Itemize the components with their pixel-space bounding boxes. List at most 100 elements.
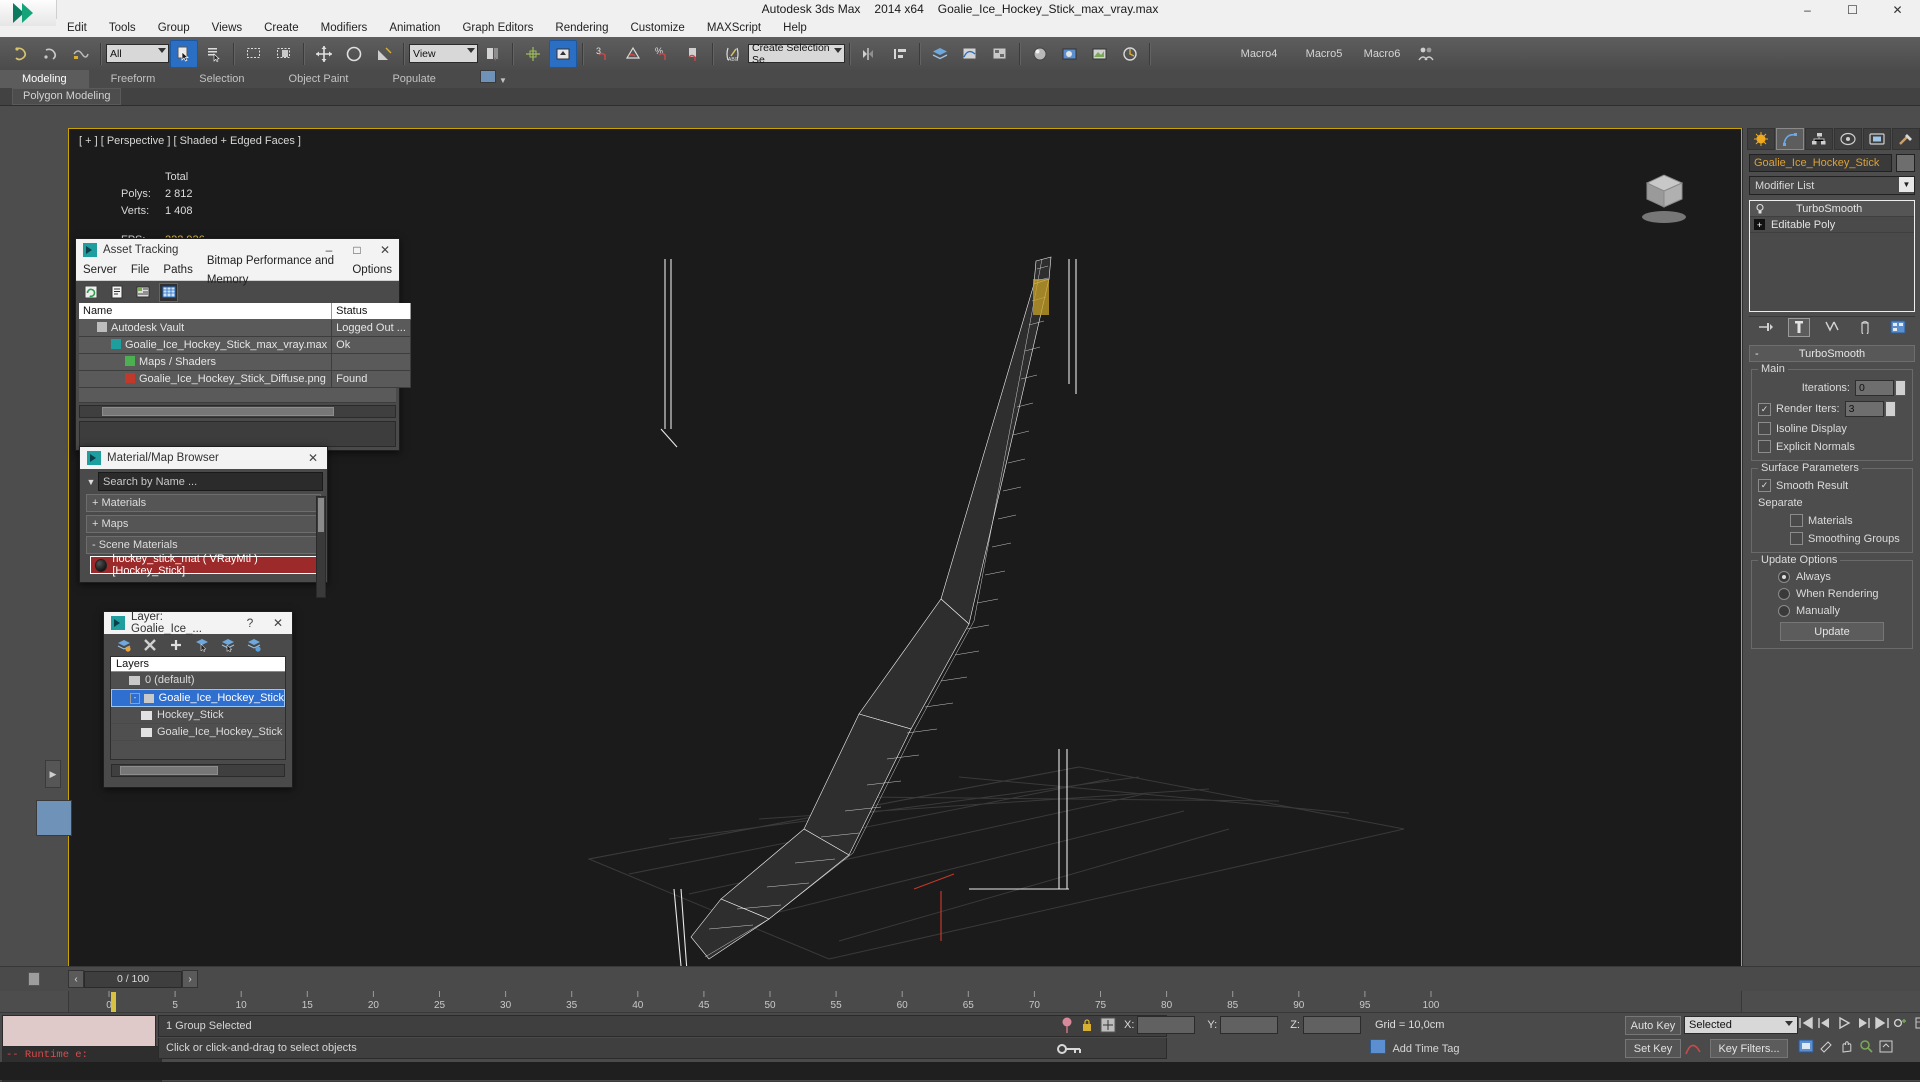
rendered-frame-window-icon[interactable]: [1086, 40, 1114, 68]
layer-dialog-hscrollbar[interactable]: [111, 764, 285, 777]
add-time-tag-label[interactable]: Add Time Tag: [1370, 1039, 1460, 1055]
select-and-scale-icon[interactable]: [370, 40, 398, 68]
layer-manager-icon[interactable]: [926, 40, 954, 68]
material-group-scene-materials[interactable]: - Scene Materials: [86, 536, 321, 554]
key-filters-button[interactable]: Key Filters...: [1710, 1039, 1788, 1058]
plus-box-icon[interactable]: +: [1754, 219, 1765, 230]
smooth-result-checkbox[interactable]: ✓: [1758, 479, 1771, 492]
curve-editor-icon[interactable]: [956, 40, 984, 68]
zoom-extents-all-icon[interactable]: [1878, 1039, 1894, 1054]
delete-layer-icon[interactable]: [140, 636, 159, 655]
angle-snap-icon[interactable]: [619, 40, 647, 68]
select-link-icon[interactable]: [67, 40, 95, 68]
track-bar[interactable]: 0510152025303540455055606570758085909510…: [68, 990, 1742, 1014]
select-highlighted-objects-icon[interactable]: [218, 636, 237, 655]
object-color-swatch[interactable]: [1896, 154, 1915, 172]
reference-coordinate-dropdown[interactable]: View: [409, 44, 478, 63]
auto-key-button[interactable]: Auto Key: [1625, 1016, 1681, 1035]
menu-item-rendering[interactable]: Rendering: [544, 19, 619, 37]
play-animation-icon[interactable]: [1836, 1016, 1852, 1030]
asset-tracking-maximize[interactable]: □: [343, 239, 371, 261]
update-when-rendering-radio[interactable]: [1778, 588, 1790, 600]
update-manually-radio[interactable]: [1778, 605, 1790, 617]
filter-chevron-icon[interactable]: ▼: [84, 477, 98, 487]
ribbon-tab-freeform[interactable]: Freeform: [89, 70, 178, 88]
asset-menu-file[interactable]: File: [124, 261, 157, 280]
select-and-rotate-icon[interactable]: [340, 40, 368, 68]
modifier-list-dropdown[interactable]: Modifier List ▼: [1749, 176, 1915, 195]
asset-row[interactable]: Maps / Shaders: [79, 354, 410, 371]
ribbon-tab-selection[interactable]: Selection: [177, 70, 266, 88]
orbit-icon[interactable]: [1818, 1039, 1834, 1054]
ribbon-tab-object-paint[interactable]: Object Paint: [267, 70, 371, 88]
maxscript-listener-pink[interactable]: [2, 1015, 156, 1047]
selection-filter-dropdown[interactable]: All: [106, 44, 169, 63]
use-center-icon[interactable]: [519, 40, 547, 68]
next-frame-icon[interactable]: [1855, 1016, 1871, 1030]
layer-row[interactable]: 0 (default): [111, 672, 285, 689]
layer-row[interactable]: -Goalie_Ice_Hockey_Stick: [111, 689, 285, 707]
menu-item-modifiers[interactable]: Modifiers: [310, 19, 379, 37]
use-pivot-center-icon[interactable]: [479, 40, 507, 68]
macro6-button[interactable]: Macro6: [1353, 48, 1411, 60]
layer-row[interactable]: Goalie_Ice_Hockey_Stick: [111, 724, 285, 741]
populate-icon[interactable]: [1412, 40, 1440, 68]
maximize-viewport-icon[interactable]: [1798, 1039, 1814, 1054]
render-iters-spinner[interactable]: [1885, 401, 1896, 417]
window-crossing-icon[interactable]: [270, 40, 298, 68]
set-key-button[interactable]: Set Key: [1625, 1039, 1681, 1058]
current-frame-field[interactable]: 0 / 100: [84, 971, 182, 988]
update-button[interactable]: Update: [1780, 622, 1884, 641]
lock-icon[interactable]: [1080, 1017, 1094, 1033]
application-menu-button[interactable]: [0, 0, 57, 26]
select-objects-in-layer-icon[interactable]: [192, 636, 211, 655]
layer-dialog-close[interactable]: ✕: [264, 612, 292, 634]
menu-item-customize[interactable]: Customize: [619, 19, 695, 37]
asset-menu-options[interactable]: Options: [345, 261, 399, 280]
asset-row[interactable]: Autodesk VaultLogged Out ...: [79, 320, 410, 337]
undo-icon[interactable]: [7, 40, 35, 68]
spinner-snap-icon[interactable]: [679, 40, 707, 68]
separate-smoothing-groups-checkbox[interactable]: [1790, 532, 1803, 545]
viewport-layout-tab-expand[interactable]: ▶: [45, 760, 61, 788]
material-browser-titlebar[interactable]: Material/Map Browser ✕: [80, 447, 327, 469]
select-by-name-icon[interactable]: [200, 40, 228, 68]
render-iters-field[interactable]: 3: [1845, 401, 1884, 417]
layer-dialog-help-button[interactable]: ?: [236, 612, 264, 634]
close-button[interactable]: ✕: [1875, 0, 1920, 20]
new-layer-icon[interactable]: [114, 636, 133, 655]
pin-icon[interactable]: [1060, 1016, 1074, 1034]
coord-y-field[interactable]: [1220, 1016, 1278, 1034]
remove-modifier-icon[interactable]: [1854, 318, 1876, 337]
material-group-maps[interactable]: + Maps: [86, 515, 321, 533]
select-region-rect-icon[interactable]: [240, 40, 268, 68]
viewcube-icon[interactable]: [1629, 159, 1699, 229]
material-group-materials[interactable]: + Materials: [86, 494, 321, 512]
coord-z-field[interactable]: [1303, 1016, 1361, 1034]
coord-x-field[interactable]: [1137, 1016, 1195, 1034]
macro-slot-1[interactable]: [1180, 40, 1208, 68]
modify-tab-icon[interactable]: [1776, 128, 1804, 150]
menu-item-views[interactable]: Views: [201, 19, 253, 37]
ribbon-tab-modeling[interactable]: Modeling: [0, 70, 89, 88]
viewport-label[interactable]: [ + ] [ Perspective ] [ Shaded + Edged F…: [79, 135, 301, 147]
percent-snap-icon[interactable]: %: [649, 40, 677, 68]
layer-expander-icon[interactable]: -: [130, 693, 140, 704]
menu-item-create[interactable]: Create: [253, 19, 310, 37]
pan-hand-icon[interactable]: [1838, 1039, 1854, 1054]
material-browser-close[interactable]: ✕: [299, 447, 327, 469]
viewport-layout-preset[interactable]: [36, 800, 72, 836]
layer-dialog-titlebar[interactable]: Layer: Goalie_Ice_... ? ✕: [104, 612, 292, 634]
motion-tab-icon[interactable]: [1834, 128, 1862, 150]
go-to-start-icon[interactable]: [1798, 1016, 1814, 1030]
render-iters-checkbox[interactable]: ✓: [1758, 403, 1771, 416]
key-mode-dropdown[interactable]: Selected: [1684, 1016, 1798, 1034]
select-and-move-icon[interactable]: [310, 40, 338, 68]
menu-item-edit[interactable]: Edit: [56, 19, 98, 37]
align-icon[interactable]: [886, 40, 914, 68]
configure-modifier-sets-icon[interactable]: [1887, 318, 1909, 337]
ribbon-tab-populate[interactable]: Populate: [370, 70, 457, 88]
modifier-stack-item-turbosmooth[interactable]: TurboSmooth: [1750, 201, 1914, 217]
iterations-field[interactable]: 0: [1855, 380, 1894, 396]
key-mode-toggle-icon[interactable]: [1893, 1016, 1911, 1030]
